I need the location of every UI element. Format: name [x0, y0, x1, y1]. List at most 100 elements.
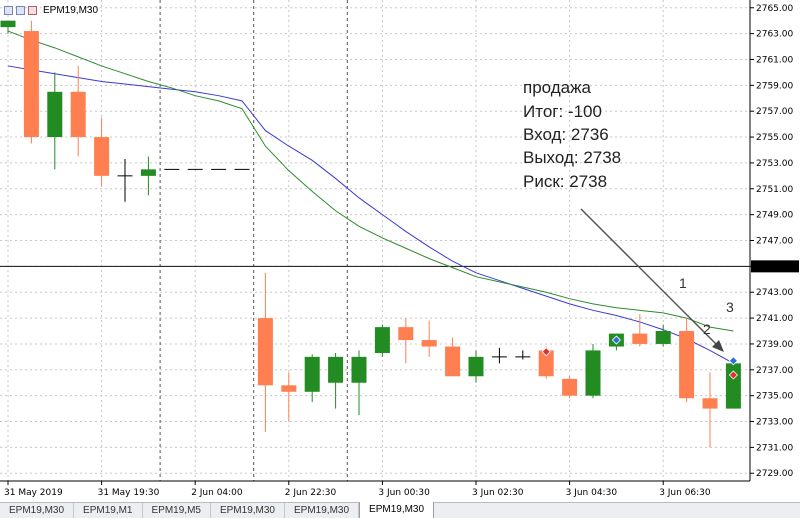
- time-tick-label: 2 Jun 04:00: [191, 488, 243, 498]
- candle: [468, 350, 484, 383]
- chart-tab[interactable]: EPM19,M30: [359, 502, 435, 518]
- chart-tabs: EPM19,M30 EPM19,M1 EPM19,M5 EPM19,M30 EPM19,…: [0, 502, 800, 518]
- candle-body: [351, 356, 367, 383]
- marker-label-3: 3: [726, 299, 734, 315]
- chart-title: EPM19,M30: [43, 5, 99, 16]
- price-tick-label: 2761.00: [756, 55, 793, 65]
- candle-body: [421, 340, 437, 347]
- candle: [0, 20, 16, 34]
- price-tick-label: 2749.00: [756, 211, 793, 221]
- price-tick-label: 2751.00: [756, 185, 793, 195]
- candle-body: [257, 318, 273, 386]
- chart-tab[interactable]: EPM19,M5: [143, 503, 211, 518]
- chart-tab[interactable]: EPM19,M1: [74, 503, 143, 518]
- window-icon[interactable]: [4, 6, 13, 15]
- price-tick-label: 2733.00: [756, 418, 793, 428]
- candle-body: [47, 91, 63, 138]
- price-tick-label: 2737.00: [756, 366, 793, 376]
- candle: [445, 337, 461, 377]
- moving-averages: [7, 30, 734, 364]
- price-tick-label: 2735.00: [756, 392, 793, 402]
- candle-body: [374, 327, 390, 353]
- candle-body: [94, 137, 110, 176]
- marker-label-1: 1: [679, 275, 687, 291]
- candle-body: [725, 363, 741, 409]
- annotation-line-5: Риск: 2738: [523, 172, 607, 191]
- marker-label-2: 2: [703, 321, 711, 337]
- candle-body: [398, 327, 414, 341]
- ma-green-line: [7, 30, 734, 332]
- annotation-line-3: Вход: 2736: [523, 125, 609, 144]
- price-tick-label: 2741.00: [756, 314, 793, 324]
- candle-body: [304, 356, 320, 392]
- candle-body: [328, 356, 344, 383]
- price-tick-label: 2731.00: [756, 443, 793, 453]
- candle-body: [655, 331, 671, 344]
- time-tick-label: 31 May 2019: [4, 488, 63, 498]
- candle-body: [70, 91, 86, 138]
- annotation-line-2: Итог: -100: [523, 102, 602, 121]
- candle-body: [281, 385, 297, 392]
- price-axis[interactable]: 2729.00 2731.00 2733.00 2735.00 2737.00 2739.…: [750, 4, 799, 479]
- price-tick-label: 2747.00: [756, 237, 793, 247]
- close-window-icon[interactable]: [28, 6, 37, 15]
- candle: [632, 314, 648, 347]
- candle: [47, 72, 63, 170]
- current-price-label: 2745.00: [756, 262, 793, 272]
- time-tick-label: 3 Jun 00:30: [378, 488, 430, 498]
- chart-tab[interactable]: EPM19,M30: [211, 503, 285, 518]
- chart-tab[interactable]: EPM19,M30: [0, 503, 75, 518]
- time-tick-label: 2 Jun 22:30: [285, 488, 337, 498]
- chart-grid: [0, 0, 750, 481]
- candle-body: [468, 356, 484, 377]
- candle: [23, 20, 39, 144]
- price-tick-label: 2739.00: [756, 340, 793, 350]
- price-tick-label: 2753.00: [756, 159, 793, 169]
- price-chart[interactable]: 2729.00 2731.00 2733.00 2735.00 2737.00 2739.…: [0, 0, 800, 517]
- time-tick-label: 3 Jun 06:30: [659, 488, 711, 498]
- candle: [491, 347, 507, 364]
- candle: [304, 354, 320, 403]
- candle: [585, 343, 601, 399]
- price-tick-label: 2757.00: [756, 107, 793, 117]
- session-breaks: [159, 0, 348, 481]
- candle-body: [445, 346, 461, 377]
- chart-title-bar: EPM19,M30: [4, 5, 98, 16]
- candle: [117, 159, 133, 202]
- price-tick-label: 2763.00: [756, 30, 793, 40]
- candle: [702, 372, 718, 448]
- candle: [281, 372, 297, 422]
- candle: [562, 376, 578, 399]
- annotation-line-1: продажа: [523, 78, 591, 97]
- price-tick-label: 2765.00: [756, 4, 793, 14]
- price-tick-label: 2759.00: [756, 81, 793, 91]
- candle: [94, 117, 110, 187]
- price-tick-label: 2729.00: [756, 469, 793, 479]
- candle-body: [585, 350, 601, 396]
- candle-body: [23, 31, 39, 138]
- candle: [70, 65, 86, 157]
- candle: [257, 272, 273, 432]
- candle-body: [140, 169, 156, 176]
- window-icon[interactable]: [16, 6, 25, 15]
- candle: [398, 318, 414, 364]
- candle: [351, 350, 367, 416]
- candle: [515, 350, 531, 360]
- candle: [140, 156, 156, 196]
- candle: [421, 320, 437, 357]
- time-axis[interactable]: 31 May 2019 31 May 19:30 2 Jun 04:00 2 Jun …: [4, 481, 711, 498]
- chart-tab[interactable]: EPM19,M30: [285, 503, 360, 518]
- candles: [0, 20, 741, 448]
- price-tick-label: 2743.00: [756, 288, 793, 298]
- annotation-line-4: Выход: 2738: [523, 148, 621, 167]
- candle-body: [0, 20, 16, 28]
- candle-body: [632, 333, 648, 344]
- candle: [328, 352, 344, 409]
- time-tick-label: 31 May 19:30: [98, 488, 160, 498]
- time-tick-label: 3 Jun 04:30: [566, 488, 618, 498]
- candle-body: [679, 331, 695, 399]
- candle: [374, 324, 390, 357]
- candle-body: [702, 398, 718, 409]
- price-tick-label: 2755.00: [756, 133, 793, 143]
- time-tick-label: 3 Jun 02:30: [472, 488, 524, 498]
